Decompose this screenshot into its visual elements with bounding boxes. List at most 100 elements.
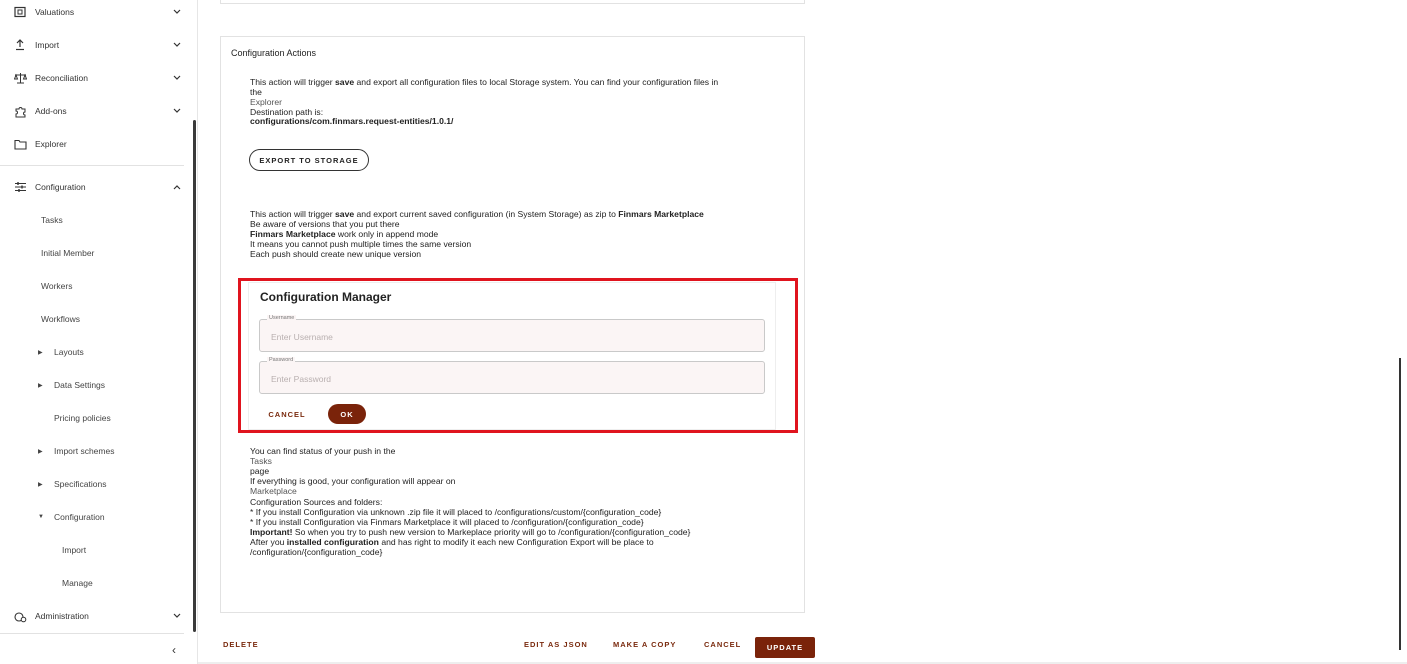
caret-right-icon: ▶ (38, 481, 43, 488)
text: After you (250, 537, 287, 547)
text: and export all configuration files to lo… (354, 77, 719, 87)
chevron-down-icon (172, 106, 182, 116)
sidebar-divider (0, 165, 184, 166)
sidebar-scrollbar[interactable] (193, 120, 196, 632)
sidebar-subitem-label: Workflows (41, 314, 81, 324)
sidebar-subitem-label: Import schemes (54, 446, 115, 456)
sidebar-item-valuations[interactable]: Valuations (0, 0, 198, 25)
tasks-link[interactable]: Tasks (250, 456, 780, 467)
marketplace-link[interactable]: Marketplace (250, 486, 780, 497)
sidebar-subitem-import[interactable]: Import (0, 538, 198, 562)
sidebar-subitem-label: Specifications (54, 479, 107, 489)
explorer-link[interactable]: Explorer (250, 97, 780, 108)
sidebar-item-reconciliation[interactable]: Reconciliation (0, 65, 198, 91)
sidebar-subitem-label: Import (62, 545, 87, 555)
export-description: This action will trigger save and export… (250, 77, 780, 88)
sidebar-subitem-label: Layouts (54, 347, 84, 357)
sidebar-subitem-workflows[interactable]: Workflows (0, 307, 198, 331)
valuations-icon (13, 5, 27, 19)
manager-cancel-button[interactable]: CANCEL (262, 405, 312, 423)
bold-text: Finmars Marketplace (618, 209, 704, 219)
edit-as-json-button[interactable]: EDIT AS JSON (524, 640, 588, 649)
bold-text: Finmars Marketplace (250, 229, 336, 239)
sidebar-subitem-label: Configuration (54, 512, 105, 522)
sidebar-item-label: Import (35, 40, 60, 50)
sidebar: Valuations Import Reconciliation Add-ons… (0, 0, 198, 664)
text: This action will trigger (250, 77, 336, 87)
delete-button[interactable]: DELETE (223, 640, 259, 649)
bold-text: save (335, 77, 355, 87)
administration-icon (13, 609, 27, 623)
sidebar-subitem-manage[interactable]: Manage (0, 571, 198, 595)
sidebar-item-addons[interactable]: Add-ons (0, 98, 198, 124)
sidebar-subitem-label: Tasks (41, 215, 63, 225)
sidebar-subitem-data-settings[interactable]: ▶ Data Settings (0, 373, 198, 397)
caret-right-icon: ▶ (38, 349, 43, 356)
sidebar-item-label: Valuations (35, 7, 75, 17)
status-line11: /configuration/{configuration_code} (250, 547, 383, 557)
section-title: Configuration Actions (231, 48, 317, 58)
password-placeholder: Enter Password (271, 374, 331, 384)
page-scrollbar[interactable] (1399, 358, 1401, 650)
collapse-sidebar-icon[interactable]: ‹ (172, 643, 176, 657)
sidebar-subitem-label: Data Settings (54, 380, 106, 390)
password-label: Password (267, 357, 296, 363)
chevron-up-icon (172, 182, 182, 192)
sidebar-item-label: Administration (35, 611, 89, 621)
sidebar-item-explorer[interactable]: Explorer (0, 131, 198, 157)
caret-right-icon: ▶ (38, 448, 43, 455)
sidebar-item-label: Add-ons (35, 106, 67, 116)
folder-icon (13, 137, 27, 151)
sidebar-item-label: Reconciliation (35, 73, 88, 83)
sidebar-subitem-workers[interactable]: Workers (0, 274, 198, 298)
sidebar-item-administration[interactable]: Administration (0, 603, 198, 629)
export-to-storage-button[interactable]: EXPORT TO STORAGE (249, 149, 369, 171)
update-button[interactable]: UPDATE (755, 637, 815, 658)
chevron-down-icon (172, 611, 182, 621)
status-line1: You can find status of your push in the (250, 446, 396, 456)
reconciliation-icon (13, 71, 27, 85)
sidebar-item-label: Explorer (35, 139, 67, 149)
bold-text: Important! (250, 527, 293, 537)
caret-down-icon: ▼ (38, 514, 44, 520)
text: work only in append mode (335, 229, 439, 239)
sidebar-subitem-label: Initial Member (41, 248, 95, 258)
sidebar-divider (0, 633, 184, 634)
bold-text: save (335, 209, 355, 219)
sliders-icon (13, 180, 27, 194)
username-field[interactable]: Username Enter Username (259, 315, 765, 352)
sidebar-subitem-configuration[interactable]: ▼ Configuration (0, 505, 198, 529)
chevron-down-icon (172, 73, 182, 83)
sidebar-subitem-pricing-policies[interactable]: Pricing policies (0, 406, 198, 430)
manager-ok-button[interactable]: OK (328, 404, 366, 424)
text: and export current saved configuration (… (354, 209, 619, 219)
username-label: Username (267, 315, 297, 321)
configuration-manager-title: Configuration Manager (260, 290, 392, 304)
make-a-copy-button[interactable]: MAKE A COPY (613, 640, 676, 649)
sidebar-subitem-tasks[interactable]: Tasks (0, 208, 198, 232)
addons-icon (13, 104, 27, 118)
sidebar-subitem-label: Workers (41, 281, 73, 291)
sidebar-item-import[interactable]: Import (0, 32, 198, 58)
sidebar-subitem-layouts[interactable]: ▶ Layouts (0, 340, 198, 364)
sidebar-item-label: Configuration (35, 182, 86, 192)
import-icon (13, 38, 27, 52)
push-line5: Each push should create new unique versi… (250, 249, 422, 259)
sidebar-subitem-label: Pricing policies (54, 413, 111, 423)
sidebar-subitem-label: Manage (62, 578, 93, 588)
sidebar-subitem-import-schemes[interactable]: ▶ Import schemes (0, 439, 198, 463)
destination-path: configurations/com.finmars.request-entit… (250, 116, 454, 126)
caret-right-icon: ▶ (38, 382, 43, 389)
chevron-down-icon (172, 40, 182, 50)
password-field[interactable]: Password Enter Password (259, 357, 765, 394)
sidebar-subitem-specifications[interactable]: ▶ Specifications (0, 472, 198, 496)
bold-text: installed configuration (286, 537, 379, 547)
status-line4: If everything is good, your configuratio… (250, 476, 456, 486)
chevron-down-icon (172, 7, 182, 17)
export-description-line2: the (250, 87, 262, 97)
username-placeholder: Enter Username (271, 332, 333, 342)
sidebar-item-configuration[interactable]: Configuration (0, 174, 198, 200)
sidebar-subitem-initial-member[interactable]: Initial Member (0, 241, 198, 265)
text: So when you try to push new version to M… (292, 527, 691, 537)
cancel-button[interactable]: CANCEL (704, 640, 741, 649)
